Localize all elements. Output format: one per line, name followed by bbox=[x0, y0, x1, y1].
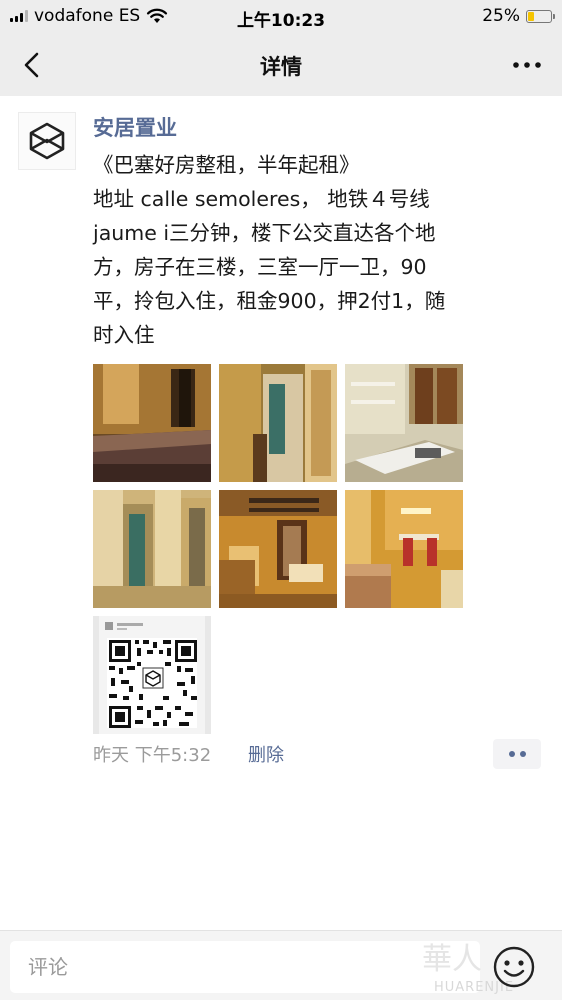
comment-like-menu-button[interactable] bbox=[493, 739, 541, 769]
battery-fill bbox=[528, 11, 534, 21]
post-line: 平，拎包入住，租金900，押2付1，随 bbox=[93, 289, 446, 313]
avatar[interactable] bbox=[18, 112, 76, 170]
post-line: 方，房子在三楼，三室一厅一卫，90 bbox=[93, 255, 427, 279]
living-room-photo[interactable] bbox=[219, 490, 337, 608]
status-time: 上午10:23 bbox=[236, 11, 326, 31]
cube-logo-icon bbox=[29, 122, 65, 160]
battery-percent: 25% bbox=[482, 6, 520, 26]
emoji-icon[interactable] bbox=[492, 945, 536, 989]
post-line: 《巴塞好房整租，半年起租》 bbox=[93, 153, 360, 177]
hallway-photo[interactable] bbox=[219, 364, 337, 482]
post-line: jaume i三分钟，楼下公交直达各个地 bbox=[93, 221, 436, 245]
bedroom-photo[interactable] bbox=[93, 364, 211, 482]
post-text: 《巴塞好房整租，半年起租》 地址 calle semoleres， 地铁４号线 … bbox=[93, 148, 548, 352]
delete-button[interactable]: 删除 bbox=[248, 741, 284, 767]
comment-input[interactable] bbox=[10, 941, 480, 993]
post-line: 地址 calle semoleres， 地铁４号线 bbox=[93, 187, 430, 211]
post-line: 时入住 bbox=[93, 323, 155, 347]
battery-icon bbox=[526, 9, 555, 23]
corridor-photo[interactable] bbox=[93, 490, 211, 608]
status-right: 25% bbox=[482, 6, 555, 26]
comment-bar: 華人 HUARENJIE bbox=[0, 930, 562, 1000]
dot-icon bbox=[508, 751, 515, 757]
page-title: 详情 bbox=[260, 55, 302, 79]
single-bedroom-photo[interactable] bbox=[345, 364, 463, 482]
dot-icon bbox=[519, 751, 526, 757]
author-name[interactable]: 安居置业 bbox=[93, 112, 177, 142]
nav-bar: 详情 bbox=[0, 34, 562, 96]
post-timestamp: 昨天 下午5:32 bbox=[93, 745, 212, 766]
status-bar: vodafone ES 上午10:23 25% bbox=[0, 0, 562, 34]
dining-area-photo[interactable] bbox=[345, 490, 463, 608]
chevron-left-icon[interactable] bbox=[18, 50, 48, 80]
ellipsis-icon[interactable] bbox=[510, 50, 544, 80]
qr-code-photo[interactable] bbox=[93, 616, 211, 734]
